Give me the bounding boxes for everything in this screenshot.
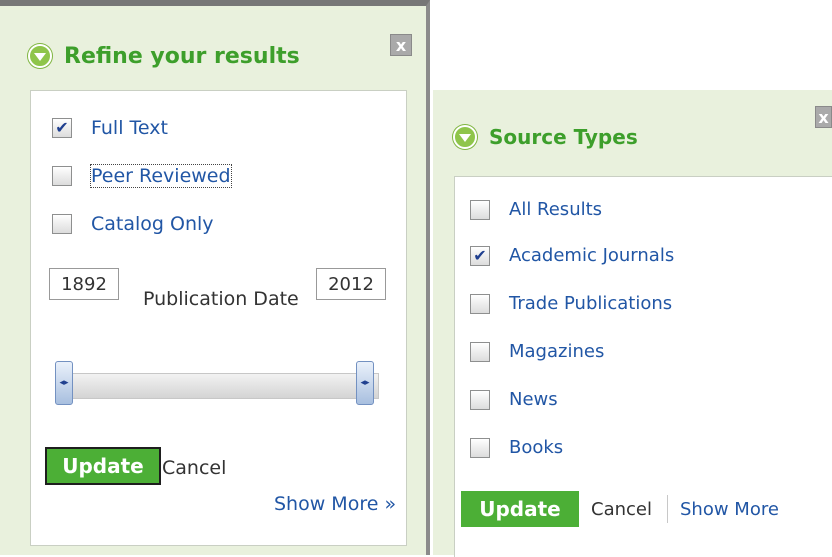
trade-publications-option[interactable]: Trade Publications — [470, 293, 672, 314]
date-from-input[interactable]: 1892 — [49, 268, 119, 300]
show-more-link[interactable]: Show More — [680, 499, 779, 520]
slider-handle-left-icon[interactable]: ◂▸ — [55, 361, 73, 405]
news-label[interactable]: News — [509, 389, 558, 410]
all-results-label[interactable]: All Results — [509, 199, 602, 220]
source-panel-body: All Results ✔ Academic Journals Trade Pu… — [454, 176, 832, 557]
date-range-slider-track[interactable] — [59, 373, 379, 399]
collapse-toggle-icon[interactable] — [453, 125, 477, 149]
update-button[interactable]: Update — [45, 447, 161, 485]
full-text-label[interactable]: Full Text — [91, 117, 168, 139]
peer-reviewed-label[interactable]: Peer Reviewed — [90, 164, 232, 188]
all-results-checkbox[interactable] — [470, 199, 490, 220]
catalog-only-checkbox[interactable] — [52, 214, 72, 234]
trade-publications-label[interactable]: Trade Publications — [509, 293, 672, 314]
books-checkbox[interactable] — [470, 437, 490, 458]
publication-date-label: Publication Date — [143, 288, 299, 310]
cancel-link[interactable]: Cancel — [162, 457, 226, 479]
update-button[interactable]: Update — [461, 491, 579, 527]
collapse-toggle-icon[interactable] — [28, 44, 52, 68]
source-types-panel: Source Types x All Results ✔ Academic Jo… — [433, 88, 832, 557]
books-option[interactable]: Books — [470, 437, 563, 458]
full-text-checkbox[interactable]: ✔ — [52, 118, 72, 138]
academic-journals-label[interactable]: Academic Journals — [509, 245, 674, 266]
trade-publications-checkbox[interactable] — [470, 293, 490, 314]
source-panel-header[interactable]: Source Types — [453, 120, 638, 154]
magazines-option[interactable]: Magazines — [470, 341, 604, 362]
refine-panel-title: Refine your results — [64, 43, 300, 69]
refine-panel-header[interactable]: Refine your results — [28, 36, 300, 76]
academic-journals-checkbox[interactable]: ✔ — [470, 245, 490, 266]
slider-handle-right-icon[interactable]: ◂▸ — [356, 361, 374, 405]
books-label[interactable]: Books — [509, 437, 563, 458]
academic-journals-option[interactable]: ✔ Academic Journals — [470, 245, 674, 266]
link-divider — [667, 495, 668, 523]
catalog-only-option[interactable]: Catalog Only — [52, 213, 214, 235]
source-panel-title: Source Types — [489, 125, 638, 149]
cancel-link[interactable]: Cancel — [591, 499, 652, 520]
date-to-input[interactable]: 2012 — [316, 268, 386, 300]
refine-panel-body: ✔ Full Text Peer Reviewed Catalog Only 1… — [30, 90, 407, 546]
news-checkbox[interactable] — [470, 389, 490, 410]
peer-reviewed-option[interactable]: Peer Reviewed — [52, 164, 232, 188]
peer-reviewed-checkbox[interactable] — [52, 166, 72, 186]
all-results-option[interactable]: All Results — [470, 199, 602, 220]
magazines-label[interactable]: Magazines — [509, 341, 604, 362]
news-option[interactable]: News — [470, 389, 558, 410]
refine-results-panel: Refine your results x ✔ Full Text Peer R… — [0, 0, 430, 555]
close-icon[interactable]: x — [815, 106, 832, 128]
magazines-checkbox[interactable] — [470, 341, 490, 362]
full-text-option[interactable]: ✔ Full Text — [52, 117, 168, 139]
catalog-only-label[interactable]: Catalog Only — [91, 213, 214, 235]
close-icon[interactable]: x — [390, 34, 412, 56]
show-more-link[interactable]: Show More » — [274, 493, 396, 515]
